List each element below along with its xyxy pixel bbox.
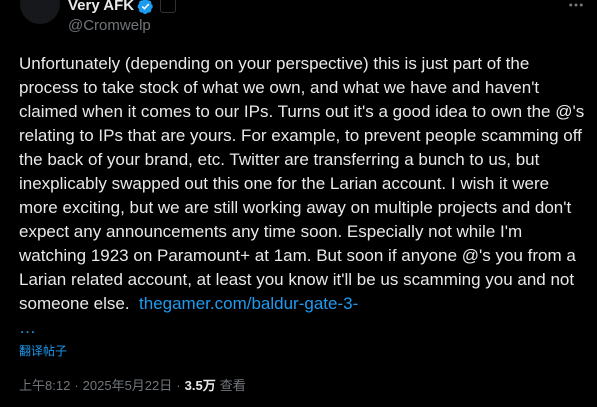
tweet-date[interactable]: 2025年5月22日 [83,376,173,396]
more-options-icon[interactable] [563,0,589,15]
meta-separator: · [74,378,79,393]
tweet-link-ellipsis[interactable]: … [19,316,36,340]
meta-separator: · [176,378,181,393]
author-handle[interactable]: @Cromwelp [68,16,151,36]
tweet-time[interactable]: 上午8:12 [19,376,70,396]
views-count: 3.5万 [184,378,216,393]
verified-badge-icon [137,0,154,15]
tweet-link[interactable]: thegamer.com/baldur-gate-3- [139,294,358,313]
tweet-header: Very AFK @Cromwelp [0,0,597,44]
hover-outline [160,0,176,13]
avatar[interactable] [20,0,60,24]
tweet-text: Unfortunately (depending on your perspec… [19,52,589,316]
translate-post-button[interactable]: 翻译帖子 [19,343,67,359]
author-display-name[interactable]: Very AFK [68,0,134,16]
tweet-meta: 上午8:12 · 2025年5月22日 · 3.5万 查看 [19,376,246,396]
author-name-row[interactable]: Very AFK [68,0,154,17]
tweet-text-content: Unfortunately (depending on your perspec… [19,54,589,313]
views-label: 查看 [219,378,246,393]
